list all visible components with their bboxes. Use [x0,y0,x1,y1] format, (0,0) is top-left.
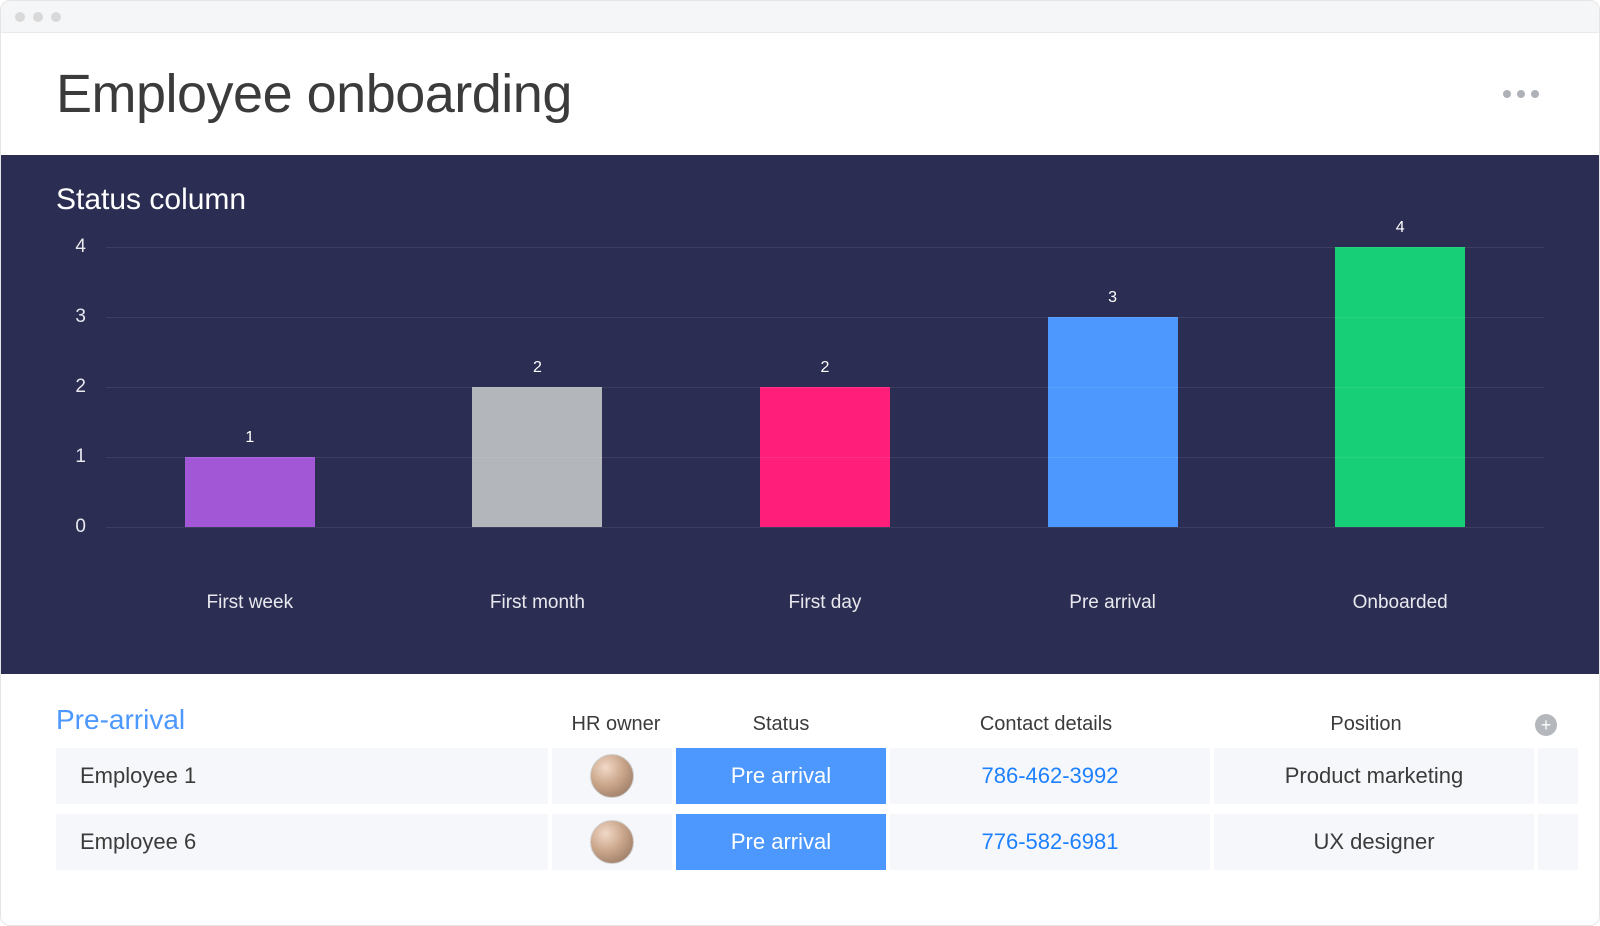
avatar [590,820,634,864]
group-title[interactable]: Pre-arrival [56,704,556,736]
bar-value-label: 4 [1396,219,1405,237]
plus-icon: + [1541,716,1552,734]
bar-value-label: 2 [821,359,830,377]
x-tick-label: First month [394,592,682,614]
column-header-position[interactable]: Position [1206,713,1526,736]
chart-bar[interactable] [185,457,315,527]
window-dot-icon [51,12,61,22]
ellipsis-icon [1503,90,1511,98]
table-header-row: Pre-arrival HR owner Status Contact deta… [56,704,1544,736]
chart-x-labels: First weekFirst monthFirst dayPre arriva… [106,592,1544,614]
chart-gridline [106,317,1544,318]
cell-position[interactable]: UX designer [1214,814,1534,870]
table-body: Employee 1 Pre arrival 786-462-3992 Product… [56,748,1544,870]
cell-employee-name[interactable]: Employee 6 [56,814,548,870]
column-header-contact[interactable]: Contact details [886,713,1206,736]
chart-area: 01234 12234 [56,247,1544,577]
cell-extra [1538,814,1578,870]
cell-contact[interactable]: 776-582-6981 [890,814,1210,870]
chart-gridline [106,457,1544,458]
chart-gridline [106,387,1544,388]
cell-hr-owner[interactable] [552,814,672,870]
cell-contact[interactable]: 786-462-3992 [890,748,1210,804]
page-header: Employee onboarding [1,33,1599,155]
bar-value-label: 1 [245,429,254,447]
ellipsis-icon [1517,90,1525,98]
y-tick-label: 2 [75,376,86,398]
cell-status[interactable]: Pre arrival [676,814,886,870]
onboarding-table: Pre-arrival HR owner Status Contact deta… [1,674,1599,870]
cell-hr-owner[interactable] [552,748,672,804]
add-column-button[interactable]: + [1535,714,1557,736]
add-column: + [1526,714,1566,736]
x-tick-label: First day [681,592,969,614]
y-tick-label: 4 [75,236,86,258]
chart-title: Status column [56,183,1544,217]
cell-extra [1538,748,1578,804]
ellipsis-icon [1531,90,1539,98]
bar-value-label: 2 [533,359,542,377]
window-titlebar [1,1,1599,33]
chart-gridline [106,527,1544,528]
x-tick-label: Onboarded [1256,592,1544,614]
bar-value-label: 3 [1108,289,1117,307]
chart-gridline [106,247,1544,248]
chart-y-axis: 01234 [56,247,86,527]
table-row[interactable]: Employee 6 Pre arrival 776-582-6981 UX desi… [56,814,1544,870]
page-title: Employee onboarding [56,63,572,125]
column-header-hr-owner[interactable]: HR owner [556,713,676,736]
chart-plot: 12234 [106,247,1544,527]
avatar [590,754,634,798]
status-chart-panel: Status column 01234 12234 First weekFirs… [1,155,1599,674]
more-menu-button[interactable] [1503,90,1539,98]
contact-link[interactable]: 786-462-3992 [981,763,1118,789]
y-tick-label: 1 [75,446,86,468]
window-dot-icon [33,12,43,22]
y-tick-label: 3 [75,306,86,328]
contact-link[interactable]: 776-582-6981 [981,829,1118,855]
y-tick-label: 0 [75,516,86,538]
chart-bar-slot: 1 [106,457,394,527]
cell-position[interactable]: Product marketing [1214,748,1534,804]
window-dot-icon [15,12,25,22]
chart-bar-slot: 3 [969,317,1257,527]
cell-employee-name[interactable]: Employee 1 [56,748,548,804]
chart-bar[interactable] [1048,317,1178,527]
column-header-status[interactable]: Status [676,713,886,736]
cell-status[interactable]: Pre arrival [676,748,886,804]
x-tick-label: First week [106,592,394,614]
table-row[interactable]: Employee 1 Pre arrival 786-462-3992 Product… [56,748,1544,804]
x-tick-label: Pre arrival [969,592,1257,614]
